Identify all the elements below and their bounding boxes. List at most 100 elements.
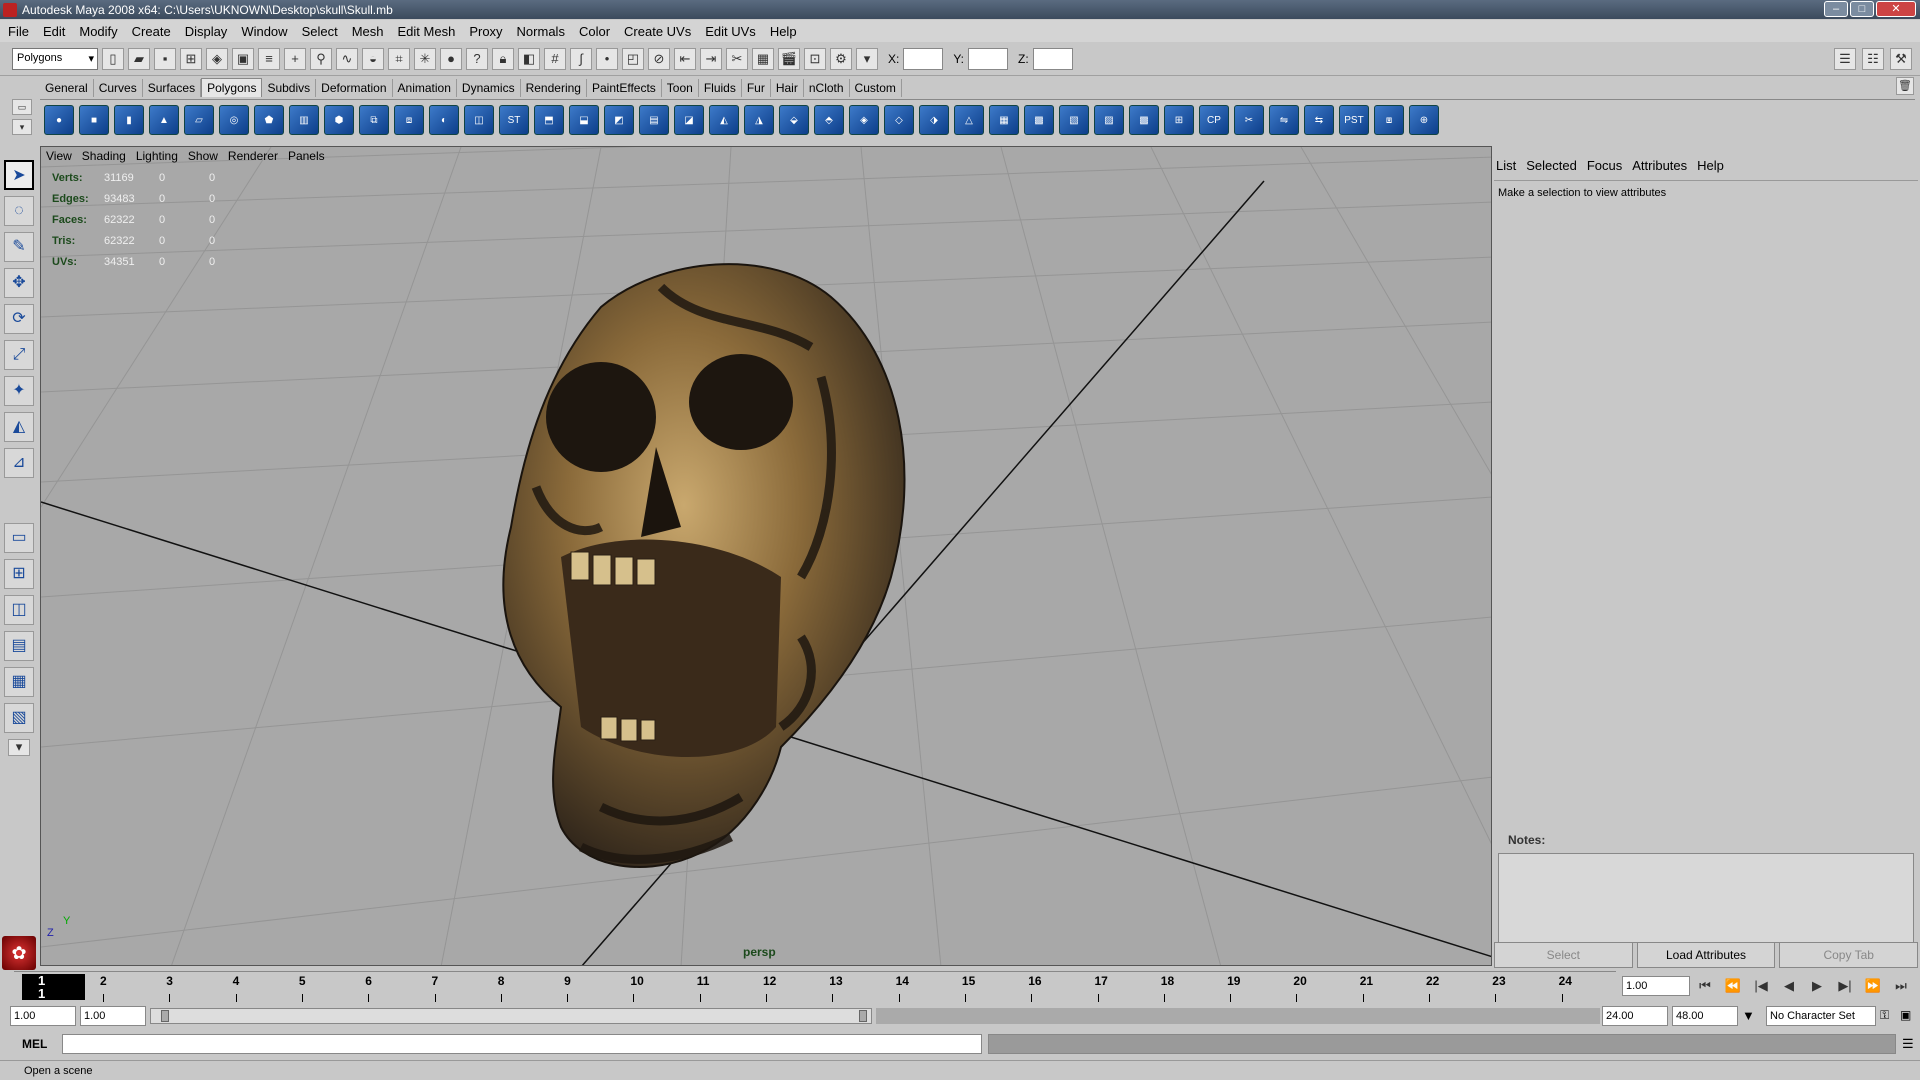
select-tool-icon[interactable]: ➤	[4, 160, 34, 190]
ae-menu-attributes[interactable]: Attributes	[1632, 158, 1687, 173]
playback-start-field[interactable]: 1.00	[80, 1006, 146, 1026]
move-sew-icon[interactable]: ⇆	[1304, 104, 1334, 135]
poly-cylinder-icon[interactable]: ▮	[114, 104, 144, 135]
play-backwards-icon[interactable]: ◀	[1776, 976, 1802, 996]
scale-tool-icon[interactable]: ⤢	[4, 340, 34, 370]
checker-icon[interactable]: ▩	[1024, 104, 1054, 135]
cylindrical-mapping-icon[interactable]: ▩	[1129, 104, 1159, 135]
ipr-render-icon[interactable]: ⊡	[804, 47, 826, 70]
copy-uvs-icon[interactable]: CP	[1199, 104, 1229, 135]
snap-to-grid-icon[interactable]: #	[544, 47, 566, 70]
shelf-tab-subdivs[interactable]: Subdivs	[262, 79, 317, 97]
trash-icon[interactable]: 🗑︎	[1896, 77, 1914, 95]
shelf-tab-menu-icon[interactable]: ▭	[12, 99, 32, 115]
poly-torus-icon[interactable]: ◎	[219, 104, 249, 135]
ae-menu-selected[interactable]: Selected	[1526, 158, 1577, 173]
combine-icon[interactable]: ⧉	[359, 104, 389, 135]
menu-normals[interactable]: Normals	[517, 24, 565, 39]
hypershade-persp-layout-icon[interactable]: ▦	[4, 666, 34, 697]
insert-edge-loop-icon[interactable]: ◪	[674, 104, 704, 135]
open-scene-icon[interactable]: ▰	[128, 47, 150, 70]
output-ops-icon[interactable]: ⇥	[700, 47, 722, 70]
menu-display[interactable]: Display	[185, 24, 228, 39]
range-start-handle[interactable]	[161, 1010, 169, 1022]
select-misc-icon[interactable]: ?	[466, 47, 488, 70]
poly-sphere-icon[interactable]: ●	[44, 104, 74, 135]
shelf-tab-rendering[interactable]: Rendering	[520, 79, 587, 97]
extrude-icon[interactable]: ⬒	[534, 104, 564, 135]
layout-uvs-icon[interactable]: ⧆	[1374, 104, 1404, 135]
shelf-tab-surfaces[interactable]: Surfaces	[142, 79, 202, 97]
input-ops-icon[interactable]: ⇤	[674, 47, 696, 70]
snap-to-curve-icon[interactable]: ∫	[570, 47, 592, 70]
select-button[interactable]: Select	[1494, 942, 1633, 968]
planar-mapping-icon[interactable]: ▨	[1094, 104, 1124, 135]
transform-mode-icon[interactable]: ▾	[856, 47, 878, 70]
lock-selection-icon[interactable]: 🔒︎	[492, 47, 514, 70]
select-curves-icon[interactable]: ∿	[336, 47, 358, 70]
save-scene-icon[interactable]: ▪	[154, 47, 176, 70]
poly-cone-icon[interactable]: ▲	[149, 104, 179, 135]
shelf-tab-hair[interactable]: Hair	[770, 79, 804, 97]
select-by-object-icon[interactable]: ◈	[206, 47, 228, 70]
menu-color[interactable]: Color	[579, 24, 610, 39]
cut-uvs-icon[interactable]: ✂	[1234, 104, 1264, 135]
load-attributes-button[interactable]: Load Attributes	[1636, 942, 1776, 968]
shelf-tab-toon[interactable]: Toon	[661, 79, 699, 97]
menu-create-uvs[interactable]: Create UVs	[624, 24, 691, 39]
go-to-start-icon[interactable]: ⏮	[1692, 976, 1718, 996]
rotate-tool-icon[interactable]: ⟳	[4, 304, 34, 334]
snap-to-view-plane-icon[interactable]: ◰	[622, 47, 644, 70]
shelf-tab-fur[interactable]: Fur	[741, 79, 771, 97]
perspective-viewport[interactable]	[40, 146, 1492, 966]
command-input[interactable]	[62, 1034, 982, 1054]
show-hide-attribute-editor-icon[interactable]: ☰	[1834, 48, 1856, 70]
make-live-icon[interactable]: ⊘	[648, 47, 670, 70]
menu-file[interactable]: File	[8, 24, 29, 39]
persp-outliner-layout-icon[interactable]: ◫	[4, 594, 34, 625]
poly-pipe-icon[interactable]: ▥	[289, 104, 319, 135]
step-forward-frame-icon[interactable]: ▶|	[1832, 976, 1858, 996]
show-hide-tool-settings-icon[interactable]: ⚒	[1890, 48, 1912, 70]
ae-menu-help[interactable]: Help	[1697, 158, 1724, 173]
shelf-menu-icon[interactable]: ▾	[12, 119, 32, 135]
append-polygon-icon[interactable]: ◩	[604, 104, 634, 135]
single-pane-layout-icon[interactable]: ▭	[4, 522, 34, 553]
auto-key-icon[interactable]: ⚿	[1880, 1008, 1889, 1023]
menu-select[interactable]: Select	[302, 24, 338, 39]
spherical-mapping-icon[interactable]: ⊞	[1164, 104, 1194, 135]
merge-icon[interactable]: ◮	[744, 104, 774, 135]
menu-edit-mesh[interactable]: Edit Mesh	[398, 24, 456, 39]
z-field[interactable]	[1032, 47, 1073, 70]
panel-menu-lighting[interactable]: Lighting	[136, 149, 178, 163]
separate-icon[interactable]: ⧈	[394, 104, 424, 135]
select-rendering-icon[interactable]: ●	[440, 47, 462, 70]
show-manipulator-icon[interactable]: ⊿	[4, 448, 34, 478]
range-end-handle[interactable]	[859, 1010, 867, 1022]
ae-menu-list[interactable]: List	[1496, 158, 1516, 173]
menu-edit[interactable]: Edit	[43, 24, 65, 39]
minimize-button[interactable]: –	[1824, 1, 1848, 17]
script-editor-icon[interactable]: ☰	[1902, 1036, 1914, 1052]
current-time-field[interactable]: 1.00	[1622, 976, 1690, 996]
character-set-field[interactable]: No Character Set	[1766, 1006, 1876, 1026]
menu-proxy[interactable]: Proxy	[469, 24, 502, 39]
layout-more-icon[interactable]: ▾	[8, 738, 30, 756]
extract-icon[interactable]: ⬗	[919, 104, 949, 135]
shelf-tab-painteffects[interactable]: PaintEffects	[586, 79, 662, 97]
shelf-tab-fluids[interactable]: Fluids	[698, 79, 742, 97]
y-field[interactable]	[968, 47, 1009, 70]
select-handles-icon[interactable]: +	[284, 47, 306, 70]
shelf-tab-custom[interactable]: Custom	[849, 79, 902, 97]
play-forwards-icon[interactable]: ▶	[1804, 976, 1830, 996]
bevel-icon[interactable]: ◭	[709, 104, 739, 135]
proxy-icon[interactable]: ◫	[464, 104, 494, 135]
snap-to-point-icon[interactable]: •	[596, 47, 618, 70]
go-to-end-icon[interactable]: ⏭	[1888, 976, 1914, 996]
move-tool-icon[interactable]: ✥	[4, 268, 34, 298]
render-view-icon[interactable]: ▦	[752, 47, 774, 70]
mask-icon[interactable]: ≡	[258, 47, 280, 70]
unfold-uvs-icon[interactable]: ⊕	[1409, 104, 1439, 135]
poly-cube-icon[interactable]: ■	[79, 104, 109, 135]
mel-label[interactable]: MEL	[22, 1037, 47, 1051]
